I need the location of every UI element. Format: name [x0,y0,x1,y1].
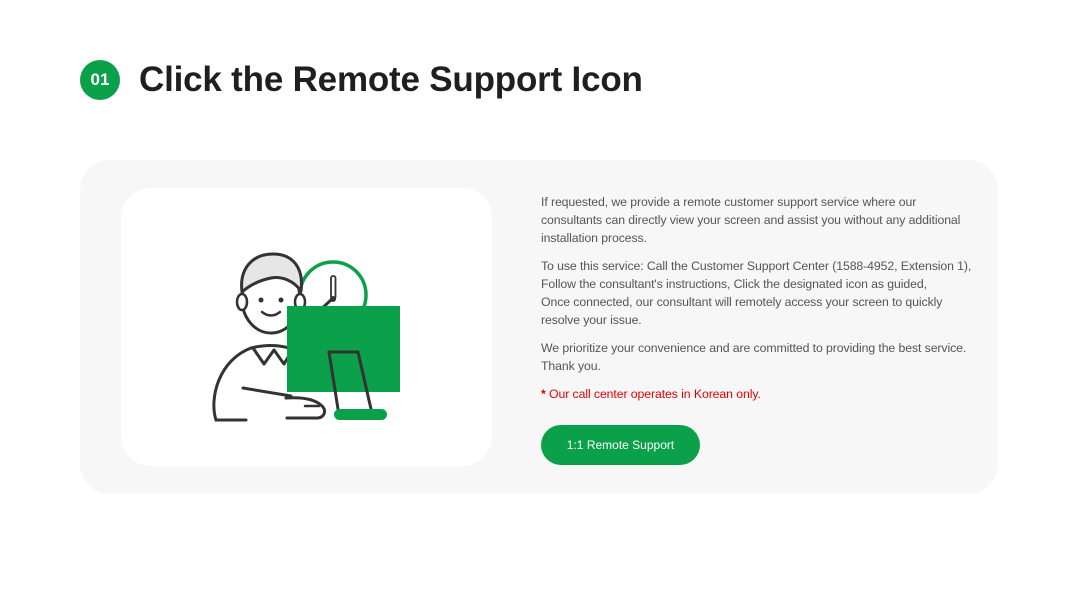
usage-line: To use this service: Call the Customer S… [541,259,972,273]
closing-line: Thank you. [541,359,601,373]
remote-support-button[interactable]: 1:1 Remote Support [541,425,700,465]
step-header: 01 Click the Remote Support Icon [80,60,643,100]
usage-line: Follow the consultant's instructions, Cl… [541,277,927,291]
korean-only-notice: * Our call center operates in Korean onl… [541,385,973,403]
notice-text: Our call center operates in Korean only. [549,387,761,401]
remote-support-card: If requested, we provide a remote custom… [80,160,998,494]
consultant-at-computer-icon [212,252,400,422]
page-title: Click the Remote Support Icon [139,60,643,99]
illustration-panel [121,188,492,466]
description-panel: If requested, we provide a remote custom… [541,193,973,403]
closing-paragraph: We prioritize your convenience and are c… [541,339,973,375]
notice-asterisk: * [541,387,546,401]
closing-line: We prioritize your convenience and are c… [541,341,967,355]
intro-paragraph: If requested, we provide a remote custom… [541,195,961,245]
usage-paragraph: To use this service: Call the Customer S… [541,257,973,329]
usage-line: Once connected, our consultant will remo… [541,295,943,327]
step-number-badge: 01 [80,60,120,100]
